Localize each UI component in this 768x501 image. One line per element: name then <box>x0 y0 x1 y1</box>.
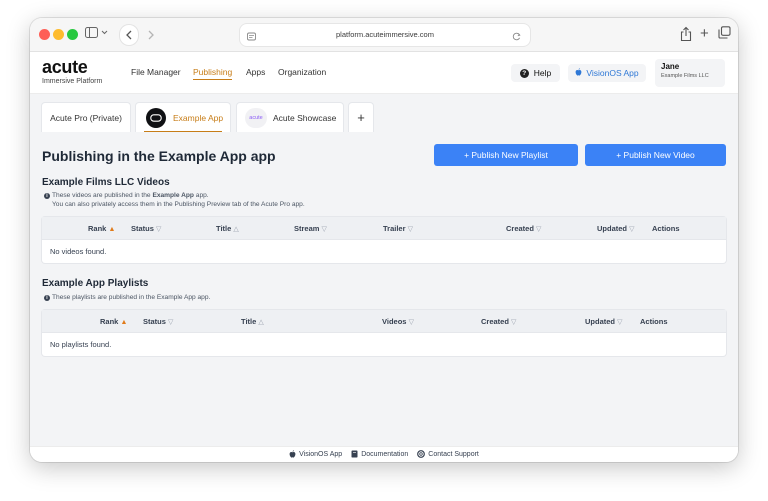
sort-icon: ▽ <box>511 319 517 326</box>
playlists-section-note: i These playlists are published in the Ex… <box>44 293 210 302</box>
url-text: platform.acuteimmersive.com <box>336 30 434 39</box>
app-tabs: Acute Pro (Private) Example App acute Ac… <box>30 94 738 136</box>
col-created[interactable]: Created ▽ <box>481 310 516 334</box>
col-rank[interactable]: Rank ▲ <box>100 310 127 334</box>
help-label: Help <box>533 68 552 78</box>
col-title[interactable]: Title △ <box>241 310 264 334</box>
browser-toolbar: platform.acuteimmersive.com + <box>30 18 738 52</box>
videos-section-title: Example Films LLC Videos <box>42 177 170 188</box>
new-tab-icon[interactable]: + <box>700 25 709 43</box>
col-rank[interactable]: Rank ▲ <box>88 217 115 241</box>
help-icon: ? <box>519 68 529 78</box>
publish-new-playlist-button[interactable]: + Publish New Playlist <box>434 144 578 166</box>
help-button[interactable]: ? Help <box>511 64 560 82</box>
tab-acute-pro[interactable]: Acute Pro (Private) <box>41 102 131 132</box>
tab-label: Acute Pro (Private) <box>50 112 122 123</box>
main-content: Publishing in the Example App app + Publ… <box>30 136 738 446</box>
visionos-app-button[interactable]: VisionOS App <box>568 64 646 82</box>
col-updated[interactable]: Updated ▽ <box>597 217 634 241</box>
acute-showcase-logo-icon: acute <box>245 107 267 128</box>
nav-publishing[interactable]: Publishing <box>193 67 233 80</box>
nav-apps[interactable]: Apps <box>246 67 265 77</box>
app-header: acute Immersive Platform File Manager Pu… <box>30 52 738 94</box>
add-app-tab-button[interactable]: + <box>348 102 374 132</box>
note-text: These playlists are published in the Exa… <box>52 294 211 301</box>
sort-icon: ▽ <box>407 226 413 233</box>
user-org: Example Films LLC <box>661 73 709 79</box>
book-icon <box>351 450 358 460</box>
footer-documentation-link[interactable]: Documentation <box>351 450 408 460</box>
sort-icon: ▽ <box>156 226 162 233</box>
apple-icon <box>575 68 582 78</box>
tab-example-app[interactable]: Example App <box>135 102 231 132</box>
videos-section-note: i These videos are published in the Examp… <box>44 191 305 209</box>
col-status[interactable]: Status ▽ <box>143 310 173 334</box>
minimize-window-button[interactable] <box>53 29 64 40</box>
footer-support-label: Contact Support <box>428 451 479 458</box>
col-status[interactable]: Status ▽ <box>131 217 161 241</box>
tab-acute-showcase[interactable]: acute Acute Showcase <box>236 102 344 132</box>
playlists-section-title: Example App Playlists <box>42 278 149 289</box>
footer-visionos-label: VisionOS App <box>299 451 343 458</box>
address-bar[interactable]: platform.acuteimmersive.com <box>240 24 530 46</box>
sort-asc-icon: ▲ <box>108 226 116 233</box>
tab-label: Example App <box>173 112 224 123</box>
visionos-app-label: VisionOS App <box>586 68 639 78</box>
note-app-name: Example App <box>152 192 194 199</box>
user-menu[interactable]: Jane Example Films LLC <box>655 59 725 87</box>
videos-table-header: Rank ▲ Status ▽ Title △ Stream ▽ Trailer… <box>42 217 726 240</box>
logo-subtitle: Immersive Platform <box>42 78 103 85</box>
playlists-table-header: Rank ▲ Status ▽ Title △ Videos ▽ Created… <box>42 310 726 333</box>
sort-icon: ▽ <box>617 319 623 326</box>
browser-window: platform.acuteimmersive.com + acute Imme… <box>30 18 738 462</box>
sort-icon: △ <box>233 226 239 233</box>
sort-icon: ▽ <box>321 226 327 233</box>
col-actions: Actions <box>640 317 668 326</box>
info-icon: i <box>44 295 50 301</box>
back-button[interactable] <box>120 25 138 45</box>
sort-icon: ▽ <box>629 226 635 233</box>
empty-row: No videos found. <box>50 247 107 256</box>
page-footer: VisionOS App Documentation Contact Suppo… <box>30 446 738 462</box>
col-title[interactable]: Title △ <box>216 217 239 241</box>
reload-icon[interactable] <box>511 29 522 47</box>
close-window-button[interactable] <box>39 29 50 40</box>
sort-asc-icon: ▲ <box>120 319 128 326</box>
forward-button[interactable] <box>142 25 160 45</box>
sort-icon: ▽ <box>168 319 174 326</box>
logo[interactable]: acute <box>42 57 88 78</box>
sort-icon: △ <box>258 319 264 326</box>
note-text: These videos are published in the <box>52 192 153 199</box>
empty-row: No playlists found. <box>50 340 112 349</box>
note-line-2: You can also privately access them in th… <box>52 201 305 208</box>
footer-visionos-link[interactable]: VisionOS App <box>289 449 343 460</box>
nav-organization[interactable]: Organization <box>278 67 326 77</box>
page-title: Publishing in the Example App app <box>42 148 276 164</box>
col-stream[interactable]: Stream ▽ <box>294 217 327 241</box>
lifebuoy-icon <box>417 449 426 460</box>
col-videos[interactable]: Videos ▽ <box>382 310 414 334</box>
publish-new-video-button[interactable]: + Publish New Video <box>585 144 726 166</box>
col-updated[interactable]: Updated ▽ <box>585 310 622 334</box>
apple-icon <box>289 449 296 460</box>
col-created[interactable]: Created ▽ <box>506 217 541 241</box>
col-actions: Actions <box>652 224 680 233</box>
tab-label: Acute Showcase <box>273 112 337 123</box>
sort-icon: ▽ <box>536 226 542 233</box>
note-text-end: app. <box>193 192 209 199</box>
videos-table: Rank ▲ Status ▽ Title △ Stream ▽ Trailer… <box>42 217 726 263</box>
nav-file-manager[interactable]: File Manager <box>131 67 181 77</box>
col-trailer[interactable]: Trailer ▽ <box>383 217 413 241</box>
tab-overview-icon[interactable] <box>718 26 731 44</box>
user-name: Jane <box>661 62 680 71</box>
share-icon[interactable] <box>680 26 692 47</box>
info-icon: i <box>44 193 50 199</box>
zoom-window-button[interactable] <box>67 29 78 40</box>
playlists-table: Rank ▲ Status ▽ Title △ Videos ▽ Created… <box>42 310 726 356</box>
sort-icon: ▽ <box>408 319 414 326</box>
footer-contact-support-link[interactable]: Contact Support <box>417 449 479 460</box>
footer-docs-label: Documentation <box>361 451 409 458</box>
sidebar-toggle-icon[interactable] <box>85 26 111 44</box>
example-app-logo-icon <box>146 107 166 128</box>
